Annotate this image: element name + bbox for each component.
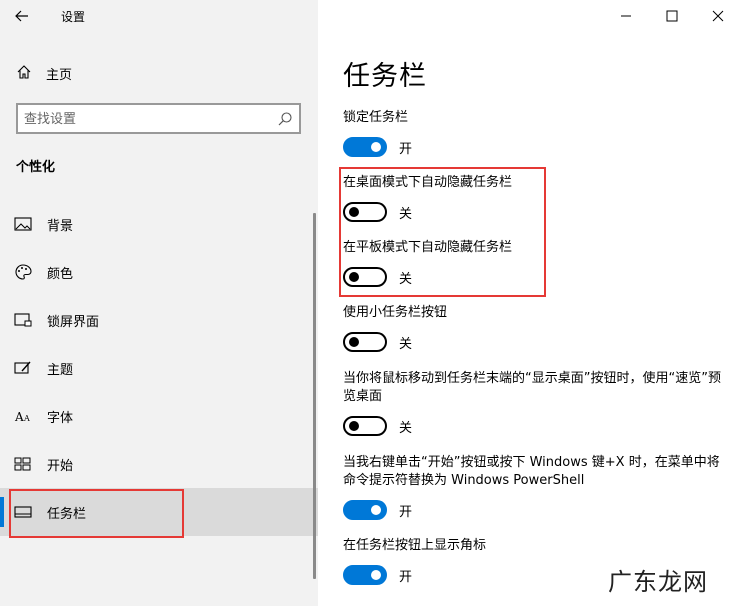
search-box[interactable] <box>16 103 301 134</box>
toggle-knob <box>349 207 359 217</box>
sidebar-item-label: 主页 <box>46 68 73 83</box>
sidebar-item-start[interactable]: 开始 <box>0 440 318 488</box>
toggle-state: 关 <box>399 337 413 352</box>
setting-label: 锁定任务栏 <box>343 110 409 125</box>
taskbar-icon <box>14 506 32 518</box>
toggle-lock-taskbar[interactable] <box>343 137 387 157</box>
sidebar-item-taskbar[interactable]: 任务栏 <box>0 488 318 536</box>
toggle-knob <box>349 421 359 431</box>
search-icon[interactable] <box>277 111 293 127</box>
sidebar-item-fonts[interactable]: AA 字体 <box>0 392 318 440</box>
setting-label: 在任务栏按钮上显示角标 <box>343 538 487 553</box>
maximize-button[interactable] <box>649 0 695 32</box>
setting-label: 在桌面模式下自动隐藏任务栏 <box>343 175 513 190</box>
sidebar-item-home[interactable]: 主页 <box>0 56 318 88</box>
setting-label: 在平板模式下自动隐藏任务栏 <box>343 240 513 255</box>
close-icon <box>712 10 724 22</box>
toggle-knob <box>371 142 381 152</box>
sidebar-item-lockscreen[interactable]: 锁屏界面 <box>0 296 318 344</box>
toggle-state: 开 <box>399 505 413 520</box>
sidebar-item-label: 背景 <box>47 219 74 234</box>
back-arrow-icon <box>15 10 28 22</box>
toggle-knob <box>349 272 359 282</box>
toggle-state: 开 <box>399 570 413 585</box>
sidebar-item-label: 颜色 <box>47 267 74 282</box>
image-icon <box>14 217 32 231</box>
page-title: 任务栏 <box>343 61 427 92</box>
sidebar-item-themes[interactable]: 主题 <box>0 344 318 392</box>
setting-label: 当我右键单击“开始”按钮或按下 Windows 键+X 时，在菜单中将命令提示符… <box>343 455 720 488</box>
font-icon: AA <box>14 410 30 424</box>
setting-label: 当你将鼠标移动到任务栏末端的“显示桌面”按钮时，使用“速览”预览桌面 <box>343 371 721 404</box>
sidebar-item-label: 字体 <box>47 411 74 426</box>
svg-text:A: A <box>23 414 30 423</box>
sidebar-item-background[interactable]: 背景 <box>0 200 318 248</box>
toggle-state: 关 <box>399 421 413 436</box>
setting-label: 使用小任务栏按钮 <box>343 305 448 320</box>
toggle-state: 开 <box>399 142 413 157</box>
main-panel: 任务栏 锁定任务栏 开 在桌面模式下自动隐藏任务栏 关 在平板模式下自动隐藏任务… <box>318 0 743 606</box>
sidebar: 设置 主页 个性化 背景 颜色 锁屏界面 主题 AA 字体 开始 任务栏 <box>0 0 318 606</box>
toggle-state: 关 <box>399 272 413 287</box>
section-title: 个性化 <box>16 160 56 175</box>
watermark: 广东龙网 <box>608 568 708 596</box>
search-input[interactable] <box>24 110 264 128</box>
titlebar-left: 设置 <box>0 0 318 32</box>
toggle-knob <box>371 505 381 515</box>
close-button[interactable] <box>695 0 741 32</box>
app-title: 设置 <box>61 10 86 24</box>
svg-text:A: A <box>14 410 24 424</box>
sidebar-scrollbar[interactable] <box>313 213 316 579</box>
toggle-knob <box>371 570 381 580</box>
minimize-button[interactable] <box>603 0 649 32</box>
toggle-powershell[interactable] <box>343 500 387 520</box>
toggle-peek[interactable] <box>343 416 387 436</box>
toggle-autohide-tablet[interactable] <box>343 267 387 287</box>
sidebar-item-label: 开始 <box>47 459 74 474</box>
sidebar-item-colors[interactable]: 颜色 <box>0 248 318 296</box>
lockscreen-icon <box>14 313 32 327</box>
theme-brush-icon <box>14 361 31 374</box>
maximize-icon <box>666 10 678 22</box>
minimize-icon <box>621 15 631 17</box>
selection-indicator <box>0 497 4 527</box>
back-button[interactable] <box>10 4 34 28</box>
toggle-badges[interactable] <box>343 565 387 585</box>
toggle-autohide-desktop[interactable] <box>343 202 387 222</box>
home-icon <box>17 65 31 79</box>
start-grid-icon <box>14 457 31 471</box>
sidebar-item-label: 任务栏 <box>47 507 87 522</box>
toggle-small-buttons[interactable] <box>343 332 387 352</box>
palette-icon <box>15 264 32 280</box>
sidebar-item-label: 锁屏界面 <box>47 315 100 330</box>
toggle-state: 关 <box>399 207 413 222</box>
toggle-knob <box>349 337 359 347</box>
sidebar-item-label: 主题 <box>47 363 74 378</box>
